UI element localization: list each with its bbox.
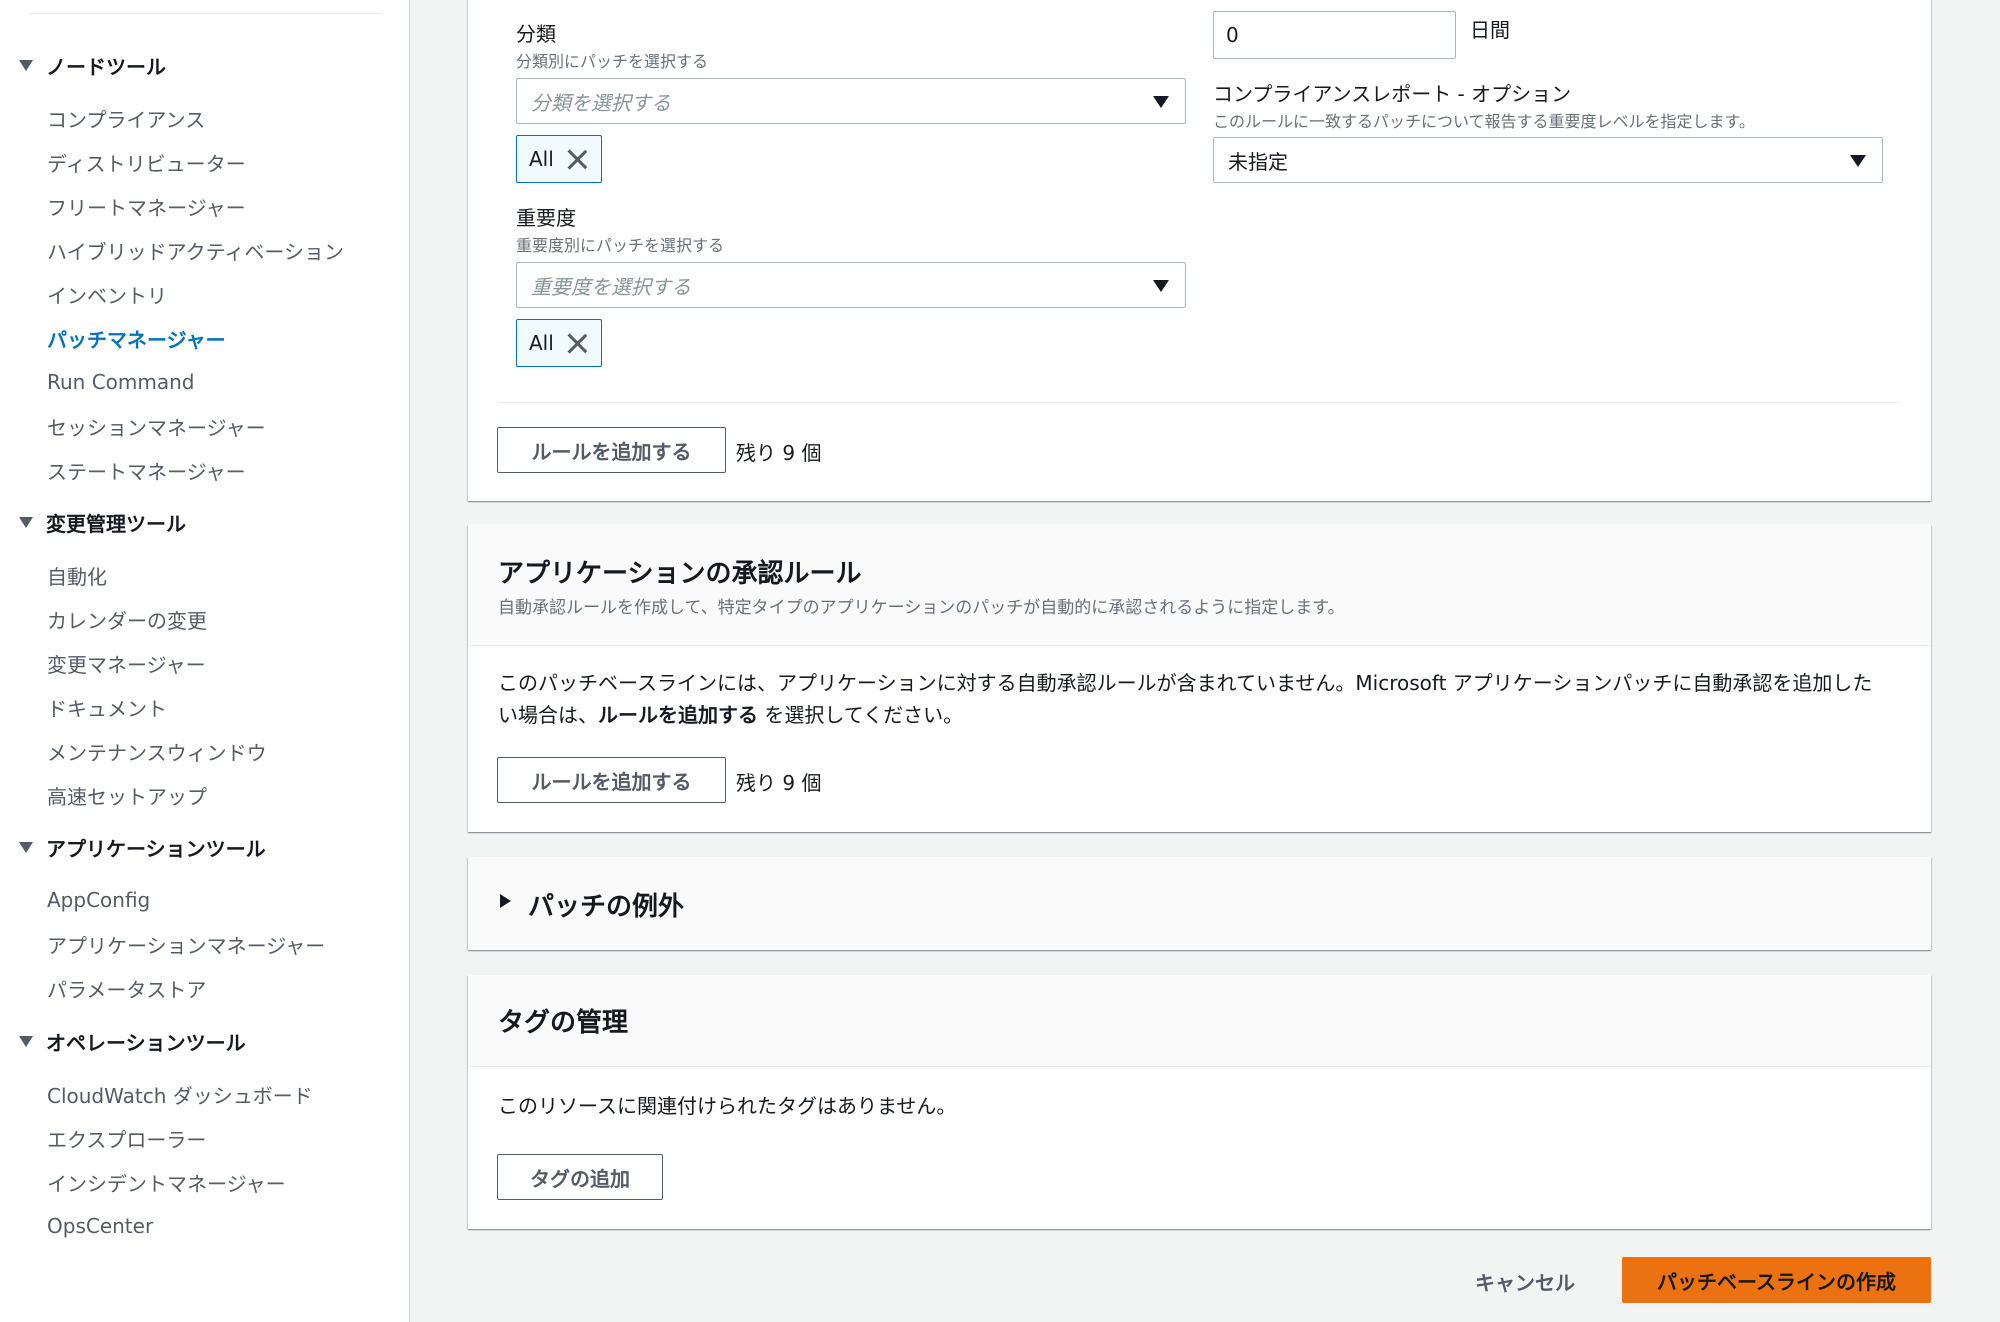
sidebar-item-fleet-manager[interactable]: フリートマネージャー	[0, 184, 410, 228]
token-label: All	[529, 331, 554, 355]
application-rules-empty-message: このパッチベースラインには、アプリケーションに対する自動承認ルールが含まれていま…	[498, 667, 1908, 731]
sidebar-item-distributor[interactable]: ディストリビューター	[0, 140, 410, 184]
compliance-report-description: このルールに一致するパッチについて報告する重要度レベルを指定します。	[1213, 112, 1755, 131]
classification-token: All	[516, 135, 602, 183]
application-rules-description: 自動承認ルールを作成して、特定タイプのアプリケーションのパッチが自動的に承認され…	[498, 598, 1345, 618]
sidebar-item-run-command[interactable]: Run Command	[0, 360, 410, 404]
classification-label: 分類	[516, 22, 556, 46]
caret-right-icon	[500, 894, 511, 908]
rule-divider	[498, 402, 1900, 403]
patch-exceptions-header[interactable]: パッチの例外	[468, 857, 1931, 950]
nav-header-change-management[interactable]: 変更管理ツール	[0, 507, 410, 537]
caret-down-icon	[1153, 280, 1169, 292]
nav-section-application-tools: アプリケーションツール AppConfig アプリケーションマネージャー パラメ…	[0, 832, 410, 1010]
tags-panel: タグの管理 このリソースに関連付けられたタグはありません。 タグの追加	[468, 975, 1931, 1229]
nav-header-application-tools[interactable]: アプリケーションツール	[0, 832, 410, 862]
sidebar-item-application-manager[interactable]: アプリケーションマネージャー	[0, 922, 410, 966]
sidebar-item-parameter-store[interactable]: パラメータストア	[0, 966, 410, 1010]
sidebar-item-automation[interactable]: 自動化	[0, 553, 410, 597]
nav-section-change-management: 変更管理ツール 自動化 カレンダーの変更 変更マネージャー ドキュメント メンテ…	[0, 507, 410, 817]
sidebar-item-inventory[interactable]: インベントリ	[0, 272, 410, 316]
sidebar-item-change-calendar[interactable]: カレンダーの変更	[0, 597, 410, 641]
side-navigation: ノードツール コンプライアンス ディストリビューター フリートマネージャー ハイ…	[0, 0, 410, 1322]
sidebar-divider	[30, 13, 382, 14]
message-line-2: い場合は、ルールを追加する を選択してください。	[498, 699, 1908, 731]
sidebar-item-documents[interactable]: ドキュメント	[0, 685, 410, 729]
classification-description: 分類別にパッチを選択する	[516, 52, 709, 71]
nav-header-label: ノードツール	[46, 54, 166, 79]
caret-down-icon	[19, 59, 33, 71]
caret-down-icon	[19, 516, 33, 528]
sidebar-item-patch-manager[interactable]: パッチマネージャー	[0, 316, 410, 360]
nav-header-label: 変更管理ツール	[46, 511, 186, 536]
approval-days-input[interactable]	[1213, 11, 1456, 59]
compliance-report-select[interactable]: 未指定	[1213, 137, 1883, 183]
severity-description: 重要度別にパッチを選択する	[516, 236, 725, 255]
message-line-1: このパッチベースラインには、アプリケーションに対する自動承認ルールが含まれていま…	[498, 671, 1873, 695]
nav-header-node-tools[interactable]: ノードツール	[0, 50, 410, 80]
severity-select[interactable]: 重要度を選択する	[516, 262, 1186, 308]
sidebar-item-incident-manager[interactable]: インシデントマネージャー	[0, 1160, 410, 1204]
nav-section-node-tools: ノードツール コンプライアンス ディストリビューター フリートマネージャー ハイ…	[0, 50, 410, 492]
application-rules-header: アプリケーションの承認ルール 自動承認ルールを作成して、特定タイプのアプリケーシ…	[468, 525, 1931, 646]
add-application-rule-button[interactable]: ルールを追加する	[497, 757, 726, 803]
remove-token-icon[interactable]	[566, 148, 588, 170]
caret-down-icon	[1153, 96, 1169, 108]
compliance-report-label: コンプライアンスレポート - オプション	[1213, 82, 1572, 106]
caret-down-icon	[19, 841, 33, 853]
caret-down-icon	[1850, 155, 1866, 167]
application-approval-rules-panel: アプリケーションの承認ルール 自動承認ルールを作成して、特定タイプのアプリケーシ…	[468, 525, 1931, 832]
create-patch-baseline-button[interactable]: パッチベースラインの作成	[1622, 1257, 1931, 1303]
sidebar-item-compliance[interactable]: コンプライアンス	[0, 96, 410, 140]
remove-token-icon[interactable]	[566, 332, 588, 354]
severity-label: 重要度	[516, 206, 576, 230]
nav-section-operations-tools: オペレーションツール CloudWatch ダッシュボード エクスプローラー イ…	[0, 1026, 410, 1248]
sidebar-item-quick-setup[interactable]: 高速セットアップ	[0, 773, 410, 817]
approval-days-unit: 日間	[1470, 18, 1510, 42]
os-approval-rules-panel: 分類 分類別にパッチを選択する 分類を選択する All 重要度 重要度別にパッチ…	[468, 0, 1931, 501]
severity-token: All	[516, 319, 602, 367]
patch-exceptions-panel: パッチの例外	[468, 857, 1931, 950]
nav-header-label: オペレーションツール	[46, 1030, 246, 1055]
classification-placeholder: 分類を選択する	[531, 90, 671, 115]
sidebar-item-opscenter[interactable]: OpsCenter	[0, 1204, 410, 1248]
patch-exceptions-title: パッチの例外	[528, 892, 685, 922]
os-rule-remaining-count: 残り 9 個	[736, 441, 822, 465]
add-tag-button[interactable]: タグの追加	[497, 1154, 663, 1200]
sidebar-item-cloudwatch-dashboard[interactable]: CloudWatch ダッシュボード	[0, 1072, 410, 1116]
add-os-rule-button[interactable]: ルールを追加する	[497, 427, 726, 473]
sidebar-item-session-manager[interactable]: セッションマネージャー	[0, 404, 410, 448]
sidebar-item-state-manager[interactable]: ステートマネージャー	[0, 448, 410, 492]
tags-title: タグの管理	[498, 1008, 629, 1038]
token-label: All	[529, 147, 554, 171]
classification-select[interactable]: 分類を選択する	[516, 78, 1186, 124]
tags-header: タグの管理	[468, 975, 1931, 1067]
message-prefix: い場合は、	[498, 703, 598, 727]
message-suffix: を選択してください。	[758, 703, 964, 727]
cancel-button[interactable]: キャンセル	[1470, 1258, 1580, 1304]
compliance-report-value: 未指定	[1228, 149, 1288, 174]
application-rules-title: アプリケーションの承認ルール	[498, 559, 862, 589]
sidebar-item-appconfig[interactable]: AppConfig	[0, 878, 410, 922]
message-emphasis: ルールを追加する	[598, 703, 758, 727]
nav-header-operations-tools[interactable]: オペレーションツール	[0, 1026, 410, 1056]
sidebar-item-maintenance-windows[interactable]: メンテナンスウィンドウ	[0, 729, 410, 773]
caret-down-icon	[19, 1035, 33, 1047]
application-rule-remaining-count: 残り 9 個	[736, 771, 822, 795]
sidebar-item-hybrid-activation[interactable]: ハイブリッドアクティベーション	[0, 228, 410, 272]
sidebar-item-explorer[interactable]: エクスプローラー	[0, 1116, 410, 1160]
severity-placeholder: 重要度を選択する	[531, 274, 691, 299]
nav-header-label: アプリケーションツール	[46, 836, 266, 861]
sidebar-item-change-manager[interactable]: 変更マネージャー	[0, 641, 410, 685]
tags-empty-message: このリソースに関連付けられたタグはありません。	[498, 1094, 957, 1118]
